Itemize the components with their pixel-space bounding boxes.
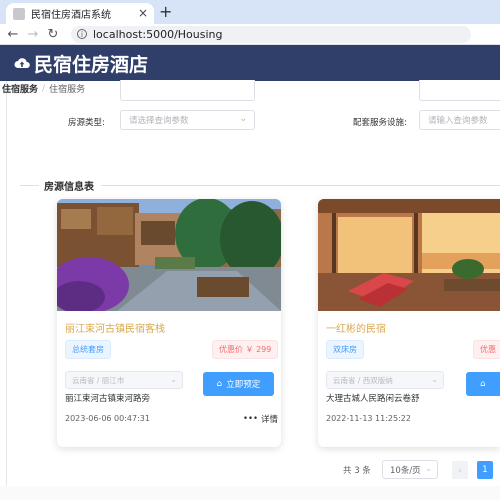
top-filter-input-1[interactable] [120,80,255,101]
breadcrumb-root[interactable]: 住宿服务 [2,82,38,95]
house-photo [57,199,281,311]
house-date: 2022-11-13 11:25:22 [326,414,411,423]
region-cascader[interactable]: 云南省 / 西双版纳 ⌄ [326,371,444,389]
forward-arrow-icon[interactable]: → [23,27,43,42]
house-name: 一红彬的民宿 [326,324,386,335]
browser-tabstrip: 民宿住房酒店系统 × + [0,0,500,24]
new-tab-button[interactable]: + [159,2,172,21]
price-tag: 优惠价 ￥ 299 [212,340,279,359]
browser-tab[interactable]: 民宿住房酒店系统 × [6,3,154,24]
room-type-tag: 总统套房 [65,340,111,359]
house-type-label: 房源类型: [68,118,105,128]
section-divider-right [101,185,500,186]
breadcrumb: 住宿服务 / 住宿服务 [2,82,86,96]
house-address: 丽江束河古镇束河路旁 [65,394,151,404]
chevron-down-icon: ⌄ [239,114,247,124]
house-type-placeholder: 请选择查询参数 [129,116,189,126]
house-date: 2023-06-06 00:47:31 [65,414,150,423]
pagination-total: 共 3 条 [343,466,371,476]
book-now-button[interactable]: ⌂ [466,372,500,396]
room-type-tag: 双床房 [326,340,364,359]
tab-title: 民宿住房酒店系统 [31,10,111,21]
breadcrumb-separator: / [42,83,46,94]
url-text: localhost:5000/Housing [93,27,223,41]
address-bar[interactable]: i localhost:5000/Housing [71,25,471,43]
breadcrumb-current: 住宿服务 [49,85,86,95]
cloud-upload-icon [14,58,30,68]
top-filter-input-2[interactable] [419,80,500,101]
facility-placeholder: 请输入查询参数 [428,116,488,126]
close-tab-icon[interactable]: × [138,6,148,20]
book-now-label: 立即预定 [226,380,261,390]
back-arrow-icon[interactable]: ← [3,27,23,42]
chevron-down-icon: ⌄ [170,375,177,384]
reload-icon[interactable]: ↻ [43,27,63,42]
detail-link[interactable]: ••• 详情 [243,413,278,425]
prev-page-button[interactable]: ‹ [452,461,468,479]
page-number-current[interactable]: 1 [477,461,493,479]
site-info-icon[interactable]: i [77,29,87,39]
facility-input[interactable]: 请输入查询参数 [419,110,500,130]
page-size-select[interactable]: 10条/页 ⌄ [382,460,438,479]
house-card[interactable]: 一红彬的民宿 双床房 优惠 云南省 / 西双版纳 ⌄ ⌂ 大理古城人民路闲云卷舒… [318,199,500,447]
house-name: 丽江束河古镇民宿客栈 [65,324,165,335]
facility-label: 配套服务设施: [353,118,407,128]
section-title: 房源信息表 [44,182,94,193]
region-placeholder: 云南省 / 丽江市 [72,375,125,385]
house-address: 大理古城人民路闲云卷舒 [326,394,420,404]
region-cascader[interactable]: 云南省 / 丽江市 ⌄ [65,371,183,389]
page-size-value: 10条/页 [390,465,421,476]
house-icon: ⌂ [480,379,486,389]
brand-title: 民宿住房酒店 [34,53,149,76]
house-photo [318,199,500,311]
section-divider-left [20,185,39,186]
book-now-button[interactable]: ⌂ 立即预定 [203,372,274,396]
house-card[interactable]: 丽江束河古镇民宿客栈 总统套房 优惠价 ￥ 299 云南省 / 丽江市 ⌄ ⌂ … [57,199,281,447]
browser-toolbar: ← → ↻ i localhost:5000/Housing [0,24,500,45]
more-icon: ••• [243,414,259,424]
favicon-icon [13,7,25,20]
page-bottom [0,486,500,500]
chevron-down-icon: ⌄ [431,375,438,384]
price-tag: 优惠 [473,340,500,359]
left-divider [6,81,7,500]
house-icon: ⌂ [216,379,223,389]
house-type-select[interactable]: 请选择查询参数 ⌄ [120,110,255,130]
detail-label: 详情 [261,415,279,425]
chevron-down-icon: ⌄ [425,464,432,473]
app-header: 民宿住房酒店 [0,45,500,81]
region-placeholder: 云南省 / 西双版纳 [333,375,393,385]
